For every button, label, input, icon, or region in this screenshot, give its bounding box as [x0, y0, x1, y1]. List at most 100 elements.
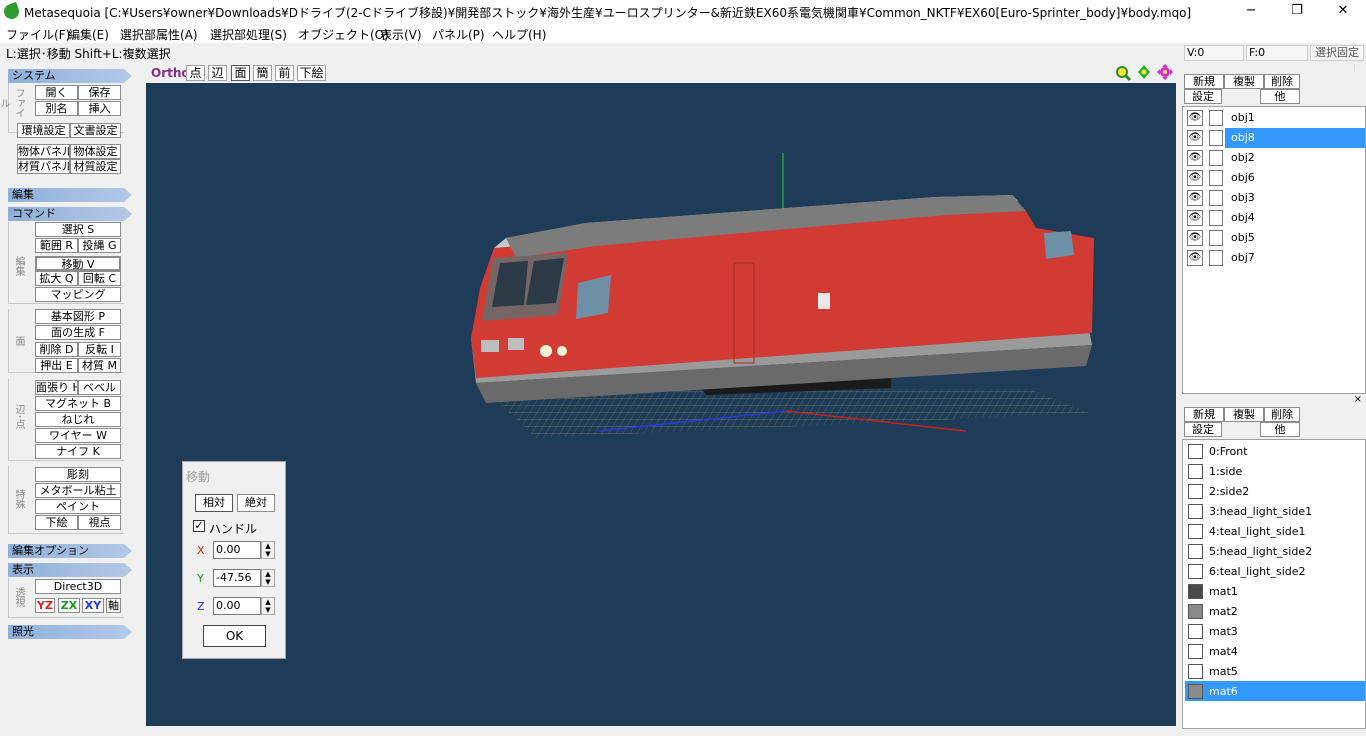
object-row[interactable]: 👁 obj5	[1185, 228, 1365, 248]
rotate-view-icon[interactable]	[1157, 64, 1173, 80]
object-row[interactable]: 👁 obj1	[1185, 108, 1365, 128]
material-list[interactable]: 0:Front 1:side 2:side2 3:head_light_side…	[1182, 439, 1366, 729]
material-row[interactable]: 2:side2	[1185, 481, 1365, 501]
material-row-selected[interactable]: mat6	[1185, 681, 1365, 701]
relative-mode-button[interactable]: 相対	[195, 494, 233, 512]
material-assign-button[interactable]: 材質 M	[78, 358, 121, 373]
visibility-eye-icon[interactable]: 👁	[1187, 190, 1203, 206]
lock-icon[interactable]	[1209, 110, 1223, 126]
menu-selection-proc[interactable]: 選択部処理(S)	[210, 26, 287, 43]
visibility-eye-icon[interactable]: 👁	[1187, 250, 1203, 266]
rotate-tool-button[interactable]: 回転 C	[78, 271, 121, 286]
viewpoint-button[interactable]: 視点	[78, 515, 121, 530]
train-model[interactable]	[471, 195, 1094, 403]
document-settings-button[interactable]: 文書設定	[70, 123, 121, 138]
menu-selection-attr[interactable]: 選択部属性(A)	[120, 26, 198, 43]
lock-icon[interactable]	[1209, 190, 1223, 206]
3d-viewport[interactable]	[146, 83, 1176, 726]
extrude-button[interactable]: 押出 E	[35, 358, 78, 373]
range-tool-button[interactable]: 範囲 R	[35, 238, 78, 253]
object-row[interactable]: 👁 obj4	[1185, 208, 1365, 228]
lock-icon[interactable]	[1209, 250, 1223, 266]
simple-mode-button[interactable]: 簡	[253, 65, 272, 81]
z-spinner[interactable]: ▲ ▼	[261, 597, 275, 615]
material-other-button[interactable]: 他	[1260, 422, 1300, 437]
handle-checkbox[interactable]: ✓	[193, 520, 205, 532]
basic-shape-button[interactable]: 基本図形 P	[35, 309, 121, 324]
chamfer-button[interactable]: 面張り H	[35, 380, 78, 395]
object-row[interactable]: 👁 obj6	[1185, 168, 1365, 188]
front-mode-button[interactable]: 前	[275, 65, 294, 81]
axis-toggle-button[interactable]: 軸	[106, 598, 121, 613]
pan-icon[interactable]	[1138, 65, 1150, 79]
yz-view-button[interactable]: YZ	[35, 598, 55, 613]
material-row[interactable]: mat1	[1185, 581, 1365, 601]
material-new-button[interactable]: 新規	[1184, 407, 1224, 422]
material-settings-button-r[interactable]: 設定	[1184, 422, 1222, 437]
point-mode-button[interactable]: 点	[186, 65, 205, 81]
save-button[interactable]: 保存	[78, 85, 121, 100]
zoom-icon[interactable]	[1116, 66, 1132, 82]
paint-button[interactable]: ペイント	[35, 499, 121, 514]
lock-icon[interactable]	[1209, 210, 1223, 226]
lock-icon[interactable]	[1209, 230, 1223, 246]
insert-button[interactable]: 挿入	[78, 101, 121, 116]
generate-face-button[interactable]: 面の生成 F	[35, 325, 121, 340]
object-row[interactable]: 👁 obj2	[1185, 148, 1365, 168]
visibility-eye-icon[interactable]: 👁	[1187, 150, 1203, 166]
material-settings-button[interactable]: 材質設定	[70, 159, 121, 174]
x-spinner[interactable]: ▲ ▼	[261, 541, 275, 559]
sculpt-button[interactable]: 彫刻	[35, 467, 121, 482]
lock-icon[interactable]	[1209, 130, 1223, 146]
menu-panel[interactable]: パネル(P)	[432, 26, 485, 43]
section-display[interactable]: 表示	[8, 563, 132, 577]
object-new-button[interactable]: 新規	[1184, 74, 1224, 89]
delete-button[interactable]: 削除 D	[35, 342, 78, 357]
x-value-field[interactable]: 0.00	[213, 541, 261, 559]
material-panel-button[interactable]: 材質パネル	[17, 159, 70, 174]
section-edit[interactable]: 編集	[8, 188, 132, 202]
material-row[interactable]: 3:head_light_side1	[1185, 501, 1365, 521]
mapping-tool-button[interactable]: マッピング	[35, 287, 121, 302]
object-panel-button[interactable]: 物体パネル	[17, 144, 70, 159]
open-button[interactable]: 開く	[35, 85, 78, 100]
section-edit-options[interactable]: 編集オプション	[8, 544, 132, 558]
material-row[interactable]: mat2	[1185, 601, 1365, 621]
menu-view[interactable]: 表示(V)	[380, 26, 422, 43]
scale-tool-button[interactable]: 拡大 Q	[35, 271, 78, 286]
object-settings-button-r[interactable]: 設定	[1184, 89, 1222, 104]
save-as-button[interactable]: 別名	[35, 101, 78, 116]
close-button[interactable]: ✕	[1320, 0, 1366, 23]
visibility-eye-icon[interactable]: 👁	[1187, 130, 1203, 146]
material-row[interactable]: 1:side	[1185, 461, 1365, 481]
object-list[interactable]: 👁 obj1 👁 obj8 👁 obj2 👁 obj6 👁 obj3 👁 obj4 👁 obj…	[1182, 106, 1366, 394]
magnet-button[interactable]: マグネット B	[35, 396, 121, 411]
section-command[interactable]: コマンド	[8, 207, 132, 221]
lock-icon[interactable]	[1209, 150, 1223, 166]
object-delete-button[interactable]: 削除	[1264, 74, 1300, 89]
object-row[interactable]: 👁 obj3	[1185, 188, 1365, 208]
material-duplicate-button[interactable]: 複製	[1224, 407, 1264, 422]
material-row[interactable]: 6:teal_light_side2	[1185, 561, 1365, 581]
minimize-button[interactable]: −	[1228, 0, 1274, 23]
object-other-button[interactable]: 他	[1260, 89, 1300, 104]
y-spinner[interactable]: ▲ ▼	[261, 569, 275, 587]
material-row[interactable]: mat3	[1185, 621, 1365, 641]
visibility-eye-icon[interactable]: 👁	[1187, 210, 1203, 226]
material-row[interactable]: 4:teal_light_side1	[1185, 521, 1365, 541]
section-system[interactable]: システム	[8, 69, 132, 83]
z-value-field[interactable]: 0.00	[213, 597, 261, 615]
y-value-field[interactable]: -47.56	[213, 569, 261, 587]
move-tool-button[interactable]: 移動 V	[35, 256, 121, 271]
maximize-button[interactable]: ❐	[1274, 0, 1320, 23]
face-mode-button[interactable]: 面	[231, 65, 250, 81]
xy-view-button[interactable]: XY	[82, 598, 104, 613]
object-row-selected[interactable]: 👁 obj8	[1185, 128, 1365, 148]
select-tool-button[interactable]: 選択 S	[35, 222, 121, 237]
underlay-button[interactable]: 下絵	[35, 515, 78, 530]
panel-scrollbar[interactable]	[1354, 63, 1366, 71]
material-row[interactable]: mat5	[1185, 661, 1365, 681]
object-row[interactable]: 👁 obj7	[1185, 248, 1365, 268]
underlay-toggle-button[interactable]: 下絵	[297, 65, 326, 81]
visibility-eye-icon[interactable]: 👁	[1187, 170, 1203, 186]
